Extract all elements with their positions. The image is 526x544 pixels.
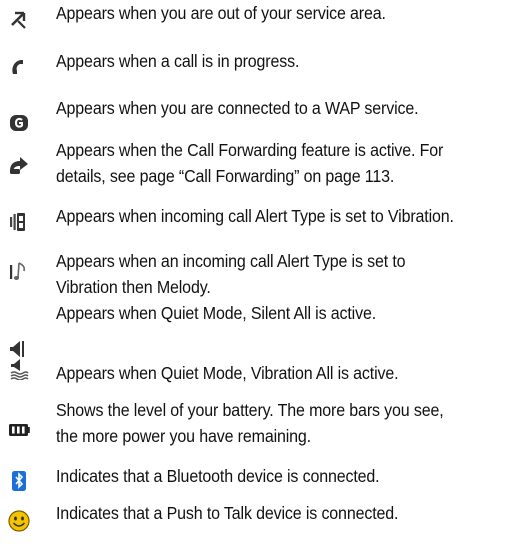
wap-service-icon	[8, 112, 30, 134]
item-description: Shows the level of your battery. The mor…	[56, 400, 444, 446]
item-description: Appears when you are connected to a WAP …	[56, 98, 419, 118]
bluetooth-icon	[8, 470, 30, 492]
item-description: Appears when a call is in progress.	[56, 51, 300, 71]
item-description: Appears when you are out of your service…	[56, 3, 386, 23]
silent-all-icon	[8, 338, 30, 360]
vibration-all-icon	[8, 358, 30, 380]
item-description: Appears when incoming call Alert Type is…	[56, 206, 454, 226]
item-description: Indicates that a Bluetooth device is con…	[56, 466, 380, 486]
status-icon-list: Appears when you are out of your service…	[0, 0, 526, 544]
vibration-alert-icon	[8, 211, 30, 233]
item-description: Appears when the Call Forwarding feature…	[56, 140, 444, 186]
item-description: Indicates that a Push to Talk device is …	[56, 503, 399, 523]
item-description: Appears when Quiet Mode, Vibration All i…	[56, 363, 399, 383]
out-of-service-icon	[8, 8, 30, 30]
battery-level-icon	[8, 419, 30, 441]
item-description: Appears when Quiet Mode, Silent All is a…	[56, 303, 377, 323]
item-description: Appears when an incoming call Alert Type…	[56, 251, 406, 297]
push-to-talk-icon	[8, 510, 30, 532]
call-forwarding-icon	[8, 155, 30, 177]
call-in-progress-icon	[8, 56, 30, 78]
vibration-then-melody-icon	[8, 260, 30, 282]
